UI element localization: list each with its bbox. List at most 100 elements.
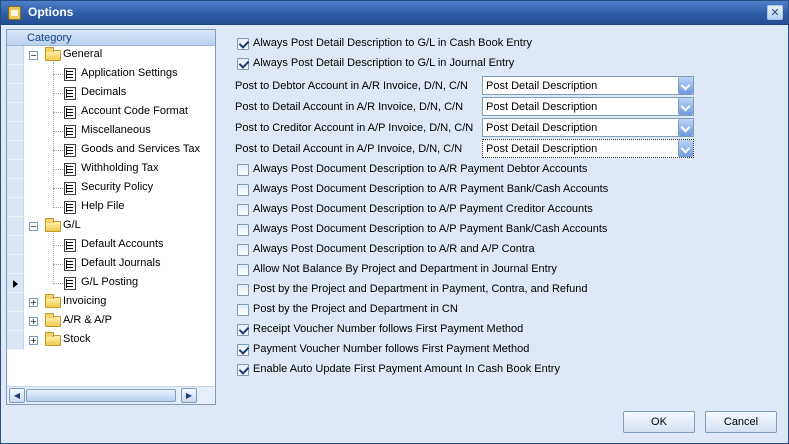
tree-leaf-node[interactable]: Goods and Services Tax <box>7 141 215 160</box>
tree-folder-node[interactable]: + A/R & A/P <box>7 312 215 331</box>
description-select[interactable]: Post Detail Description <box>482 118 694 137</box>
checkbox-label: Always Post Document Description to A/P … <box>253 223 608 235</box>
current-row-indicator-icon <box>7 274 24 293</box>
tree-node-label: General <box>63 48 103 60</box>
close-icon[interactable]: ✕ <box>767 5 783 20</box>
checkbox-unchecked[interactable] <box>237 224 249 236</box>
tree-folder-node[interactable]: + Stock <box>7 331 215 350</box>
checkbox-label: Always Post Document Description to A/R … <box>253 163 588 175</box>
checkbox-unchecked[interactable] <box>237 204 249 216</box>
checkbox-checked[interactable] <box>237 38 249 50</box>
scroll-left-icon[interactable]: ◀ <box>9 388 25 403</box>
tree-leaf-node[interactable]: Security Policy <box>7 179 215 198</box>
collapse-icon[interactable]: − <box>29 51 38 60</box>
checkbox-checked[interactable] <box>237 58 249 70</box>
folder-icon <box>45 47 61 61</box>
select-value: Post Detail Description <box>486 101 598 113</box>
settings-page-icon <box>64 68 76 81</box>
description-select[interactable]: Post Detail Description <box>482 76 694 95</box>
tree-connector <box>53 74 63 75</box>
checkbox-unchecked[interactable] <box>237 184 249 196</box>
tree-node-label: Default Accounts <box>81 238 164 250</box>
scroll-right-icon[interactable]: ▶ <box>181 388 197 403</box>
folder-icon <box>45 313 61 327</box>
tree-leaf-node[interactable]: Default Journals <box>7 255 215 274</box>
tree-connector <box>53 207 63 208</box>
tree-node-label: Application Settings <box>81 67 178 79</box>
tree-node-label: Help File <box>81 200 125 212</box>
tree-leaf-node[interactable]: Application Settings <box>7 65 215 84</box>
checkbox-label: Always Post Detail Description to G/L in… <box>253 37 532 49</box>
tree-leaf-node[interactable]: Decimals <box>7 84 215 103</box>
collapse-icon[interactable]: − <box>29 222 38 231</box>
combo-label: Post to Detail Account in A/R Invoice, D… <box>235 101 464 113</box>
checkbox-unchecked[interactable] <box>237 244 249 256</box>
title-bar[interactable]: Options ✕ <box>1 1 788 25</box>
settings-page-icon <box>64 144 76 157</box>
tree-connector <box>53 283 63 284</box>
description-select[interactable]: Post Detail Description <box>482 97 694 116</box>
tree-folder-node[interactable]: − G/L <box>7 217 215 236</box>
expand-icon[interactable]: + <box>29 298 38 307</box>
tree-node-label: G/L <box>63 219 81 231</box>
category-tree[interactable]: Category − General Application Settings Dec… <box>6 29 216 405</box>
cancel-button[interactable]: Cancel <box>705 411 777 433</box>
tree-leaf-node[interactable]: Miscellaneous <box>7 122 215 141</box>
tree-connector <box>53 264 63 265</box>
expand-icon[interactable]: + <box>29 336 38 345</box>
chevron-down-icon[interactable] <box>678 140 693 157</box>
tree-leaf-node[interactable]: Default Accounts <box>7 236 215 255</box>
checkbox-label: Always Post Document Description to A/R … <box>253 183 609 195</box>
horizontal-scrollbar[interactable]: ◀ ▶ <box>7 386 215 404</box>
select-value: Post Detail Description <box>486 80 598 92</box>
row-indicator <box>7 255 24 274</box>
settings-page-icon <box>64 125 76 138</box>
tree-leaf-node[interactable]: Withholding Tax <box>7 160 215 179</box>
checkbox-label: Allow Not Balance By Project and Departm… <box>253 263 557 275</box>
checkbox-label: Receipt Voucher Number follows First Pay… <box>253 323 524 335</box>
chevron-down-icon[interactable] <box>678 98 693 115</box>
tree-folder-node[interactable]: − General <box>7 46 215 65</box>
chevron-down-icon[interactable] <box>678 77 693 94</box>
scroll-thumb[interactable] <box>26 389 176 402</box>
row-indicator <box>7 312 24 331</box>
tree-leaf-node[interactable]: Account Code Format <box>7 103 215 122</box>
tree-node-label: Invoicing <box>63 295 107 307</box>
tree-node-label: Stock <box>63 333 91 345</box>
combo-label: Post to Creditor Account in A/P Invoice,… <box>235 122 474 134</box>
combo-label: Post to Debtor Account in A/R Invoice, D… <box>235 80 468 92</box>
row-indicator <box>7 293 24 312</box>
app-icon <box>8 6 21 20</box>
tree-connector <box>53 131 63 132</box>
checkbox-unchecked[interactable] <box>237 284 249 296</box>
tree-leaf-node[interactable]: G/L Posting <box>7 274 215 293</box>
settings-page-icon <box>64 163 76 176</box>
ok-button[interactable]: OK <box>623 411 695 433</box>
checkbox-unchecked[interactable] <box>237 304 249 316</box>
row-indicator <box>7 198 24 217</box>
expand-icon[interactable]: + <box>29 317 38 326</box>
tree-leaf-node[interactable]: Help File <box>7 198 215 217</box>
checkbox-label: Post by the Project and Department in CN <box>253 303 458 315</box>
row-indicator <box>7 141 24 160</box>
checkbox-checked[interactable] <box>237 324 249 336</box>
chevron-down-icon[interactable] <box>678 119 693 136</box>
settings-page-icon <box>64 258 76 271</box>
tree-node-label: A/R & A/P <box>63 314 112 326</box>
checkbox-unchecked[interactable] <box>237 164 249 176</box>
settings-page-icon <box>64 277 76 290</box>
row-indicator <box>7 122 24 141</box>
checkbox-label: Always Post Document Description to A/R … <box>253 243 535 255</box>
window-title: Options <box>28 5 74 19</box>
tree-folder-node[interactable]: + Invoicing <box>7 293 215 312</box>
tree-connector <box>53 112 63 113</box>
checkbox-checked[interactable] <box>237 344 249 356</box>
tree-connector <box>53 169 63 170</box>
checkbox-unchecked[interactable] <box>237 264 249 276</box>
settings-page-icon <box>64 106 76 119</box>
select-value: Post Detail Description <box>486 122 598 134</box>
description-select[interactable]: Post Detail Description <box>482 139 694 158</box>
checkbox-checked[interactable] <box>237 364 249 376</box>
tree-connector <box>53 188 63 189</box>
combo-row: Post to Creditor Account in A/P Invoice,… <box>235 118 705 138</box>
